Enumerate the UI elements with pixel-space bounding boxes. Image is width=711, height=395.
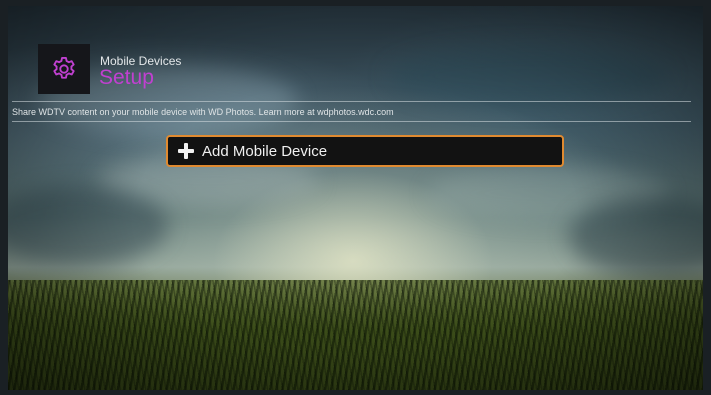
divider-bottom [12,121,691,122]
divider-top [12,101,691,102]
page-title: Setup [99,66,154,89]
add-mobile-device-label: Add Mobile Device [202,142,328,160]
add-mobile-device-button[interactable]: Add Mobile Device [166,135,564,167]
description-text: Share WDTV content on your mobile device… [12,107,394,117]
app-tile [38,44,90,94]
plus-icon [178,143,194,159]
gear-icon [53,56,75,79]
